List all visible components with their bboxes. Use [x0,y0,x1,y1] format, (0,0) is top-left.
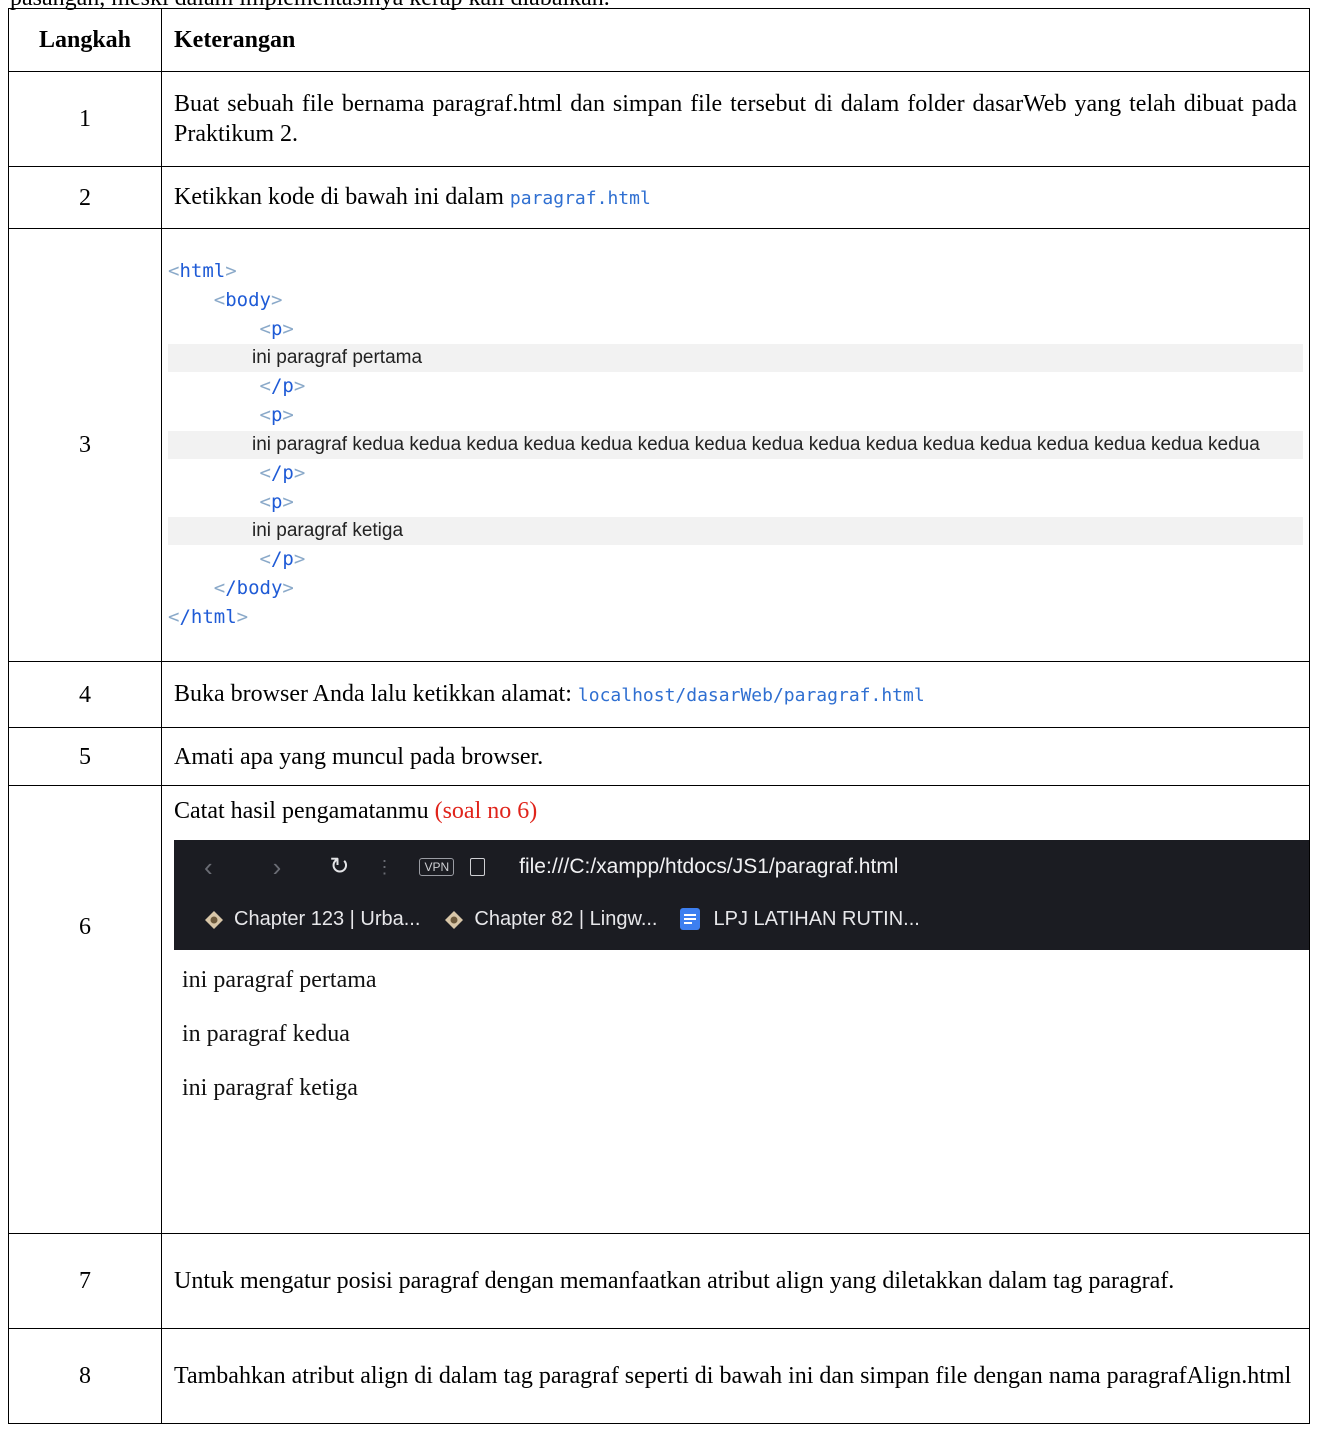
rendered-paragraph: ini paragraf ketiga [182,1075,358,1101]
browser-screenshot: ‹ › ↻ ⋮ VPN file:///C:/xampp/htdocs/JS1/… [174,840,1309,1186]
code-text-line: ini paragraf kedua kedua kedua kedua ked… [168,430,1303,459]
rendered-paragraph: ini paragraf pertama [182,967,377,993]
step-description: Buat sebuah file bernama paragraf.html d… [161,71,1310,167]
step-text: Buka browser Anda lalu ketikkan alamat: [174,680,578,707]
code-line: </html> [168,605,249,628]
code-text-line: ini paragraf pertama [168,343,1303,372]
code-line: <html> [168,259,237,282]
step-number: 5 [8,727,162,786]
code-line: </body> [213,576,294,599]
step-number: 3 [8,228,162,662]
bookmark-item[interactable]: Chapter 82 | Lingw... [474,904,657,934]
reload-icon: ↻ [329,853,350,880]
table-row: 4 Buka browser Anda lalu ketikkan alamat… [8,661,1310,728]
header-description: Keterangan [161,8,1310,72]
table-row: 2 Ketikkan kode di bawah ini dalam parag… [8,166,1310,229]
code-line: </p> [259,461,306,484]
steps-table: Langkah Keterangan 1 Buat sebuah file be… [8,8,1310,1424]
bookmarks-bar: Chapter 123 | Urba... Chapter 82 | Lingw… [174,894,1309,950]
site-favicon-icon [444,909,464,929]
code-line: </p> [259,374,306,397]
step-description: Buka browser Anda lalu ketikkan alamat: … [161,661,1310,728]
browser-toolbar: ‹ › ↻ ⋮ VPN file:///C:/xampp/htdocs/JS1/… [174,840,1309,894]
back-icon: ‹ [204,852,213,882]
table-row: 3 <html> <body> <p> ini paragraf pertama… [8,228,1310,662]
address-bar-url: file:///C:/xampp/htdocs/JS1/paragraf.htm… [519,855,899,878]
step-text: Ketikkan kode di bawah ini dalam [174,183,510,210]
bookmark-item[interactable]: LPJ LATIHAN RUTIN... [714,904,920,934]
code-line: </p> [259,547,306,570]
step-description: Tambahkan atribut align di dalam tag par… [161,1328,1310,1424]
step-description: Untuk mengatur posisi paragraf dengan me… [161,1233,1310,1329]
step-text: Catat hasil pengamatanmu [174,798,435,824]
code-line: <p> [259,490,294,513]
header-step: Langkah [8,8,162,72]
site-favicon-icon [204,909,224,929]
docs-icon [679,908,700,930]
vpn-badge: VPN [419,858,455,876]
step-number: 8 [8,1328,162,1424]
separator-icon: ⋮ [375,857,394,877]
step-number: 4 [8,661,162,728]
inline-code: paragraf.html [509,187,651,209]
step-number: 2 [8,166,162,229]
forward-icon: › [272,852,282,882]
code-line: <p> [259,317,294,340]
code-text-line: ini paragraf ketiga [168,516,1303,545]
inline-code: localhost/dasarWeb/paragraf.html [577,684,925,706]
table-row: 8 Tambahkan atribut align di dalam tag p… [8,1328,1310,1424]
bookmark-item[interactable]: Chapter 123 | Urba... [234,904,420,934]
table-row: 5 Amati apa yang muncul pada browser. [8,727,1310,786]
table-row: 1 Buat sebuah file bernama paragraf.html… [8,71,1310,167]
step-number: 6 [8,785,162,1234]
step-number: 7 [8,1233,162,1329]
step-number: 1 [8,71,162,167]
question-note: (soal no 6) [434,798,538,824]
page-icon [470,858,486,876]
rendered-page: ini paragraf pertama in paragraf kedua i… [174,950,1309,1186]
step-description: Catat hasil pengamatanmu (soal no 6) ‹ ›… [161,785,1310,1234]
code-line: <body> [213,288,283,311]
code-block: <html> <body> <p> ini paragraf pertama <… [161,228,1310,662]
rendered-paragraph: in paragraf kedua [182,1021,350,1047]
table-row: 6 Catat hasil pengamatanmu (soal no 6) ‹… [8,785,1310,1234]
table-header-row: Langkah Keterangan [8,8,1310,72]
step-description: Amati apa yang muncul pada browser. [161,727,1310,786]
step-description: Ketikkan kode di bawah ini dalam paragra… [161,166,1310,229]
table-row: 7 Untuk mengatur posisi paragraf dengan … [8,1233,1310,1329]
code-line: <p> [259,403,294,426]
